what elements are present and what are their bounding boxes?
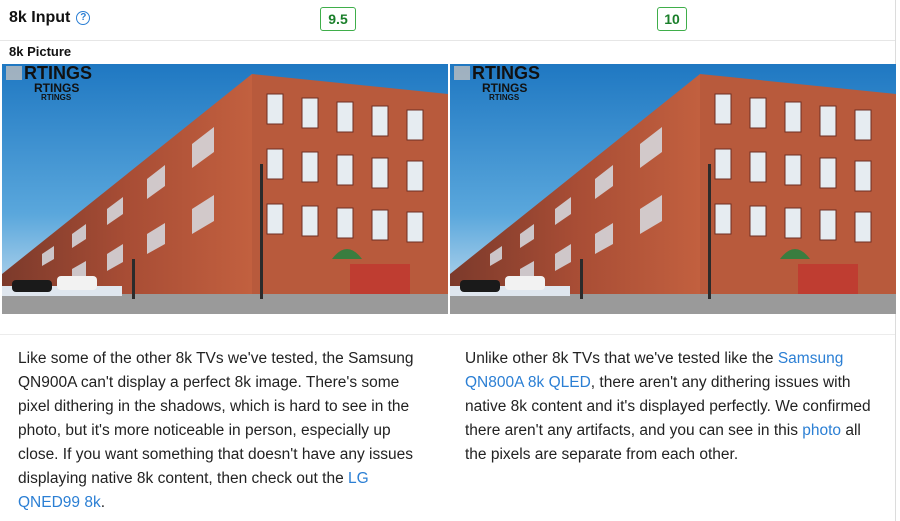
score-badge-right: 10 (657, 7, 687, 31)
watermark-line-3: RTINGS (489, 93, 520, 102)
review-section: 8k Input ? 9.5 10 8k Picture RTINGS RTIN… (0, 0, 900, 521)
photo-link[interactable]: photo (802, 422, 841, 439)
swatch-square (454, 66, 470, 80)
photo-right[interactable]: RTINGS RTINGS RTINGS (450, 64, 896, 314)
score-left: 9.5 (328, 11, 348, 27)
section-divider (0, 316, 895, 335)
section-header: 8k Input ? 9.5 10 (0, 0, 895, 41)
description-left: Like some of the other 8k TVs we've test… (18, 347, 430, 515)
subsection-title: 8k Picture (9, 44, 72, 59)
watermark-line-1: RTINGS (472, 64, 541, 83)
description-right: Unlike other 8k TVs that we've tested li… (465, 347, 875, 467)
section-title: 8k Input (9, 9, 71, 26)
description-right-text-a: Unlike other 8k TVs that we've tested li… (465, 350, 778, 367)
watermark-line-3: RTINGS (41, 93, 72, 102)
rtings-watermark: RTINGS RTINGS RTINGS (24, 64, 92, 102)
section-title-group: 8k Input ? (9, 9, 91, 27)
watermark-line-1: RTINGS (24, 64, 93, 83)
swatch-square (6, 66, 22, 80)
score-right: 10 (664, 11, 680, 27)
score-badge-left: 9.5 (320, 7, 356, 31)
description-left-text: Like some of the other 8k TVs we've test… (18, 350, 414, 487)
question-circle-icon[interactable]: ? (76, 11, 91, 25)
description-left-end: . (100, 494, 106, 511)
photo-left[interactable]: RTINGS RTINGS RTINGS (2, 64, 448, 314)
rtings-watermark: RTINGS RTINGS RTINGS (472, 64, 540, 102)
